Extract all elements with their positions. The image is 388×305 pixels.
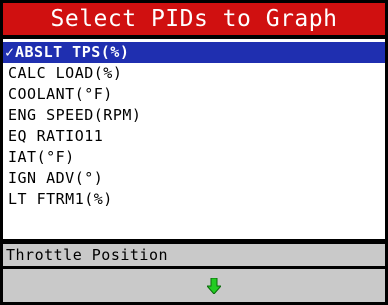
- pid-item-label: IAT(°F): [8, 148, 75, 166]
- pid-item-label: LT FTRM1(%): [8, 190, 113, 208]
- down-arrow-icon[interactable]: [207, 278, 221, 294]
- pid-item-calc-load[interactable]: CALC LOAD(%): [3, 63, 385, 84]
- pid-item-label: IGN ADV(°): [8, 169, 104, 187]
- screen: Select PIDs to Graph ✓ABSLT TPS(%) CALC …: [0, 0, 388, 305]
- pid-item-label: COOLANT(°F): [8, 85, 113, 103]
- pid-item-coolant[interactable]: COOLANT(°F): [3, 84, 385, 105]
- page-title: Select PIDs to Graph: [3, 3, 385, 35]
- pid-item-label: ENG SPEED(RPM): [8, 106, 142, 124]
- pid-item-iat[interactable]: IAT(°F): [3, 147, 385, 168]
- check-icon: ✓: [5, 43, 15, 61]
- pid-item-eq-ratio[interactable]: EQ RATIO11: [3, 126, 385, 147]
- pid-item-absolute-tps[interactable]: ✓ABSLT TPS(%): [3, 42, 385, 63]
- pid-item-lt-ftrm[interactable]: LT FTRM1(%): [3, 189, 385, 210]
- pid-item-label: CALC LOAD(%): [8, 64, 123, 82]
- pid-item-engine-speed[interactable]: ENG SPEED(RPM): [3, 105, 385, 126]
- pid-item-ign-adv[interactable]: IGN ADV(°): [3, 168, 385, 189]
- pid-list-items: ✓ABSLT TPS(%) CALC LOAD(%) COOLANT(°F) E…: [3, 42, 385, 210]
- pid-list[interactable]: ✓ABSLT TPS(%) CALC LOAD(%) COOLANT(°F) E…: [3, 39, 385, 239]
- pid-description-bar: Throttle Position: [3, 244, 385, 266]
- navigation-bar: [3, 269, 385, 302]
- pid-item-label: ABSLT TPS(%): [15, 43, 130, 61]
- pid-item-label: EQ RATIO11: [8, 127, 104, 145]
